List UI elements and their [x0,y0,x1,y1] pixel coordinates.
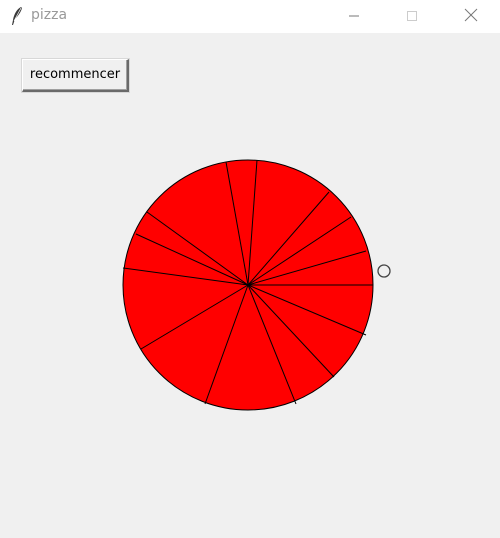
pizza-drawing [122,159,391,411]
circle-marker-icon [377,264,391,278]
pizza [122,159,374,411]
app-window: pizza recommencer [0,0,500,538]
